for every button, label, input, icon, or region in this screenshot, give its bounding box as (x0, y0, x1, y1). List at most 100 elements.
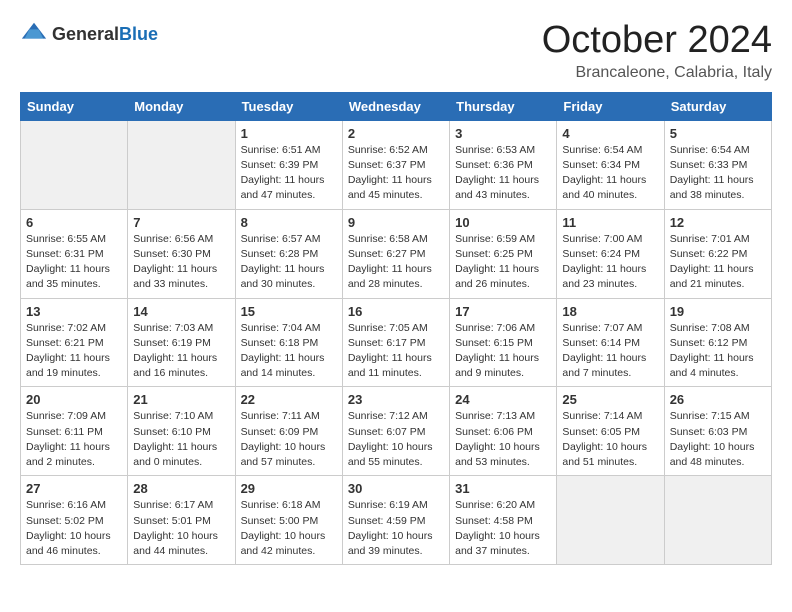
calendar-cell: 28Sunrise: 6:17 AMSunset: 5:01 PMDayligh… (128, 476, 235, 565)
calendar-week-1: 6 Sunrise: 6:55 AM Sunset: 6:31 PM Daylight… (21, 209, 772, 298)
sunrise-text: Sunrise: 6:53 AM (455, 144, 535, 156)
day-number: 15 (241, 304, 337, 319)
sunset-text: Sunset: 6:15 PM (455, 337, 533, 349)
calendar-cell: 26Sunrise: 7:15 AMSunset: 6:03 PMDayligh… (664, 387, 771, 476)
day-info: Sunrise: 6:53 AM Sunset: 6:36 PM Daylight:… (455, 143, 551, 204)
day-info: Sunrise: 6:51 AMSunset: 6:39 PMDaylight:… (241, 143, 337, 204)
daylight-text: Daylight: 11 hours and 40 minutes. (562, 174, 646, 201)
sunrise-text: Sunrise: 7:12 AM (348, 410, 428, 422)
calendar-cell: 8 Sunrise: 6:57 AMSunset: 6:28 PMDaylight… (235, 209, 342, 298)
sunset-text: Sunset: 5:01 PM (133, 515, 211, 527)
daylight-text: Daylight: 11 hours and 7 minutes. (562, 352, 646, 379)
sunset-text: Sunset: 6:17 PM (348, 337, 426, 349)
day-number: 27 (26, 481, 122, 496)
day-info: Sunrise: 7:00 AMSunset: 6:24 PMDaylight:… (562, 232, 658, 293)
day-info: Sunrise: 6:56 AMSunset: 6:30 PMDaylight:… (133, 232, 229, 293)
day-info: Sunrise: 7:07 AMSunset: 6:14 PMDaylight:… (562, 321, 658, 382)
sunrise-text: Sunrise: 6:20 AM (455, 499, 535, 511)
sunset-text: Sunset: 6:05 PM (562, 426, 640, 438)
sunrise-text: Sunrise: 6:51 AM (241, 144, 321, 156)
day-info: Sunrise: 6:54 AMSunset: 6:33 PMDaylight:… (670, 143, 766, 204)
sunset-text: Sunset: 6:06 PM (455, 426, 533, 438)
daylight-text: Daylight: 11 hours and 9 minutes. (455, 352, 539, 379)
calendar-cell: 18Sunrise: 7:07 AMSunset: 6:14 PMDayligh… (557, 298, 664, 387)
sunrise-text: Sunrise: 6:54 AM (562, 144, 642, 156)
sunset-text: Sunset: 6:37 PM (348, 159, 426, 171)
daylight-text: Daylight: 11 hours and 43 minutes. (455, 174, 539, 201)
calendar-week-0: 1Sunrise: 6:51 AMSunset: 6:39 PMDaylight… (21, 120, 772, 209)
sunrise-text: Sunrise: 7:02 AM (26, 322, 106, 334)
day-number: 12 (670, 215, 766, 230)
sunset-text: Sunset: 6:12 PM (670, 337, 748, 349)
sunset-text: Sunset: 6:21 PM (26, 337, 104, 349)
day-number: 7 (133, 215, 229, 230)
location-title: Brancaleone, Calabria, Italy (542, 64, 772, 82)
day-info: Sunrise: 7:03 AMSunset: 6:19 PMDaylight:… (133, 321, 229, 382)
header-cell-tuesday: Tuesday (235, 92, 342, 120)
daylight-text: Daylight: 11 hours and 23 minutes. (562, 263, 646, 290)
logo: GeneralBlue (20, 20, 158, 48)
sunset-text: Sunset: 6:09 PM (241, 426, 319, 438)
page-header: GeneralBlue October 2024 Brancaleone, Ca… (20, 20, 772, 82)
day-number: 9 (348, 215, 444, 230)
daylight-text: Daylight: 11 hours and 4 minutes. (670, 352, 754, 379)
day-number: 4 (562, 126, 658, 141)
sunrise-text: Sunrise: 7:11 AM (241, 410, 320, 422)
calendar-cell: 20Sunrise: 7:09 AMSunset: 6:11 PMDayligh… (21, 387, 128, 476)
sunrise-text: Sunrise: 7:10 AM (133, 410, 213, 422)
day-info: Sunrise: 6:18 AMSunset: 5:00 PMDaylight:… (241, 498, 337, 559)
calendar-cell: 23Sunrise: 7:12 AMSunset: 6:07 PMDayligh… (342, 387, 449, 476)
day-info: Sunrise: 7:01 AMSunset: 6:22 PMDaylight:… (670, 232, 766, 293)
daylight-text: Daylight: 10 hours and 51 minutes. (562, 441, 647, 468)
day-number: 5 (670, 126, 766, 141)
sunrise-text: Sunrise: 7:04 AM (241, 322, 321, 334)
day-info: Sunrise: 6:17 AMSunset: 5:01 PMDaylight:… (133, 498, 229, 559)
day-number: 21 (133, 392, 229, 407)
calendar-cell: 27 Sunrise: 6:16 AMSunset: 5:02 PMDayligh… (21, 476, 128, 565)
day-number: 24 (455, 392, 551, 407)
daylight-text: Daylight: 11 hours and 35 minutes. (26, 263, 110, 290)
calendar-cell: 4Sunrise: 6:54 AMSunset: 6:34 PMDaylight… (557, 120, 664, 209)
calendar-cell: 6 Sunrise: 6:55 AM Sunset: 6:31 PM Daylight… (21, 209, 128, 298)
sunrise-text: Sunrise: 6:57 AM (241, 233, 321, 245)
calendar-cell: 16Sunrise: 7:05 AMSunset: 6:17 PMDayligh… (342, 298, 449, 387)
daylight-text: Daylight: 11 hours and 45 minutes. (348, 174, 432, 201)
day-info: Sunrise: 7:10 AMSunset: 6:10 PMDaylight:… (133, 409, 229, 470)
day-number: 8 (241, 215, 337, 230)
calendar-cell: 25Sunrise: 7:14 AMSunset: 6:05 PMDayligh… (557, 387, 664, 476)
calendar-header: SundayMondayTuesdayWednesdayThursdayFrid… (21, 92, 772, 120)
day-info: Sunrise: 7:04 AMSunset: 6:18 PMDaylight:… (241, 321, 337, 382)
daylight-text: Daylight: 10 hours and 37 minutes. (455, 530, 540, 557)
calendar-cell (21, 120, 128, 209)
day-info: Sunrise: 7:15 AMSunset: 6:03 PMDaylight:… (670, 409, 766, 470)
sunrise-text: Sunrise: 6:59 AM (455, 233, 535, 245)
sunset-text: Sunset: 6:36 PM (455, 159, 533, 171)
day-info: Sunrise: 6:20 AM Sunset: 4:58 PM Daylight:… (455, 498, 551, 559)
sunrise-text: Sunrise: 6:56 AM (133, 233, 213, 245)
sunset-text: Sunset: 6:18 PM (241, 337, 319, 349)
day-info: Sunrise: 6:57 AMSunset: 6:28 PMDaylight:… (241, 232, 337, 293)
calendar-cell: 9Sunrise: 6:58 AMSunset: 6:27 PMDaylight… (342, 209, 449, 298)
sunrise-text: Sunrise: 7:03 AM (133, 322, 213, 334)
sunset-text: Sunset: 6:31 PM (26, 248, 104, 260)
day-number: 6 (26, 215, 122, 230)
day-info: Sunrise: 6:16 AMSunset: 5:02 PMDaylight:… (26, 498, 122, 559)
sunset-text: Sunset: 6:39 PM (241, 159, 319, 171)
daylight-text: Daylight: 10 hours and 39 minutes. (348, 530, 433, 557)
day-info: Sunrise: 7:05 AMSunset: 6:17 PMDaylight:… (348, 321, 444, 382)
day-number: 23 (348, 392, 444, 407)
day-number: 19 (670, 304, 766, 319)
sunrise-text: Sunrise: 6:17 AM (133, 499, 213, 511)
sunset-text: Sunset: 4:58 PM (455, 515, 533, 527)
calendar-cell: 24Sunrise: 7:13 AMSunset: 6:06 PMDayligh… (450, 387, 557, 476)
calendar-cell: 14Sunrise: 7:03 AMSunset: 6:19 PMDayligh… (128, 298, 235, 387)
sunset-text: Sunset: 6:07 PM (348, 426, 426, 438)
header-cell-friday: Friday (557, 92, 664, 120)
daylight-text: Daylight: 11 hours and 21 minutes. (670, 263, 754, 290)
day-number: 29 (241, 481, 337, 496)
day-number: 11 (562, 215, 658, 230)
sunrise-text: Sunrise: 6:16 AM (26, 499, 106, 511)
calendar-cell (557, 476, 664, 565)
calendar-week-2: 13Sunrise: 7:02 AMSunset: 6:21 PMDayligh… (21, 298, 772, 387)
sunrise-text: Sunrise: 6:55 AM (26, 233, 106, 245)
